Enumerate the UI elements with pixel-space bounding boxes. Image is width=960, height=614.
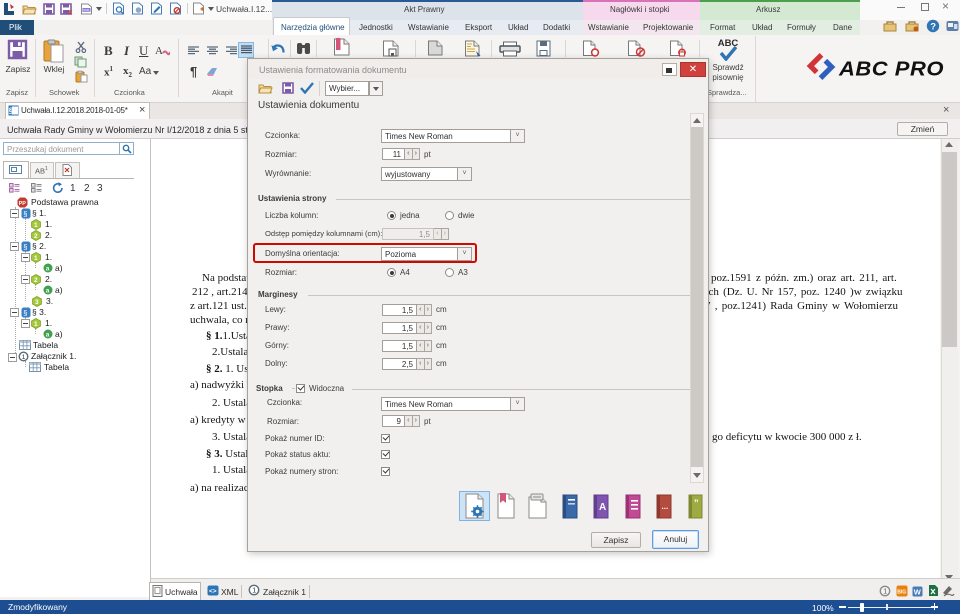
svg-text:XML: XML bbox=[83, 9, 90, 13]
svg-text:1: 1 bbox=[34, 255, 38, 262]
svg-text:a: a bbox=[46, 266, 50, 273]
svg-text:§: § bbox=[9, 107, 14, 116]
svg-text:2: 2 bbox=[34, 233, 38, 240]
svg-text:x: x bbox=[68, 8, 73, 16]
svg-text:PP: PP bbox=[19, 201, 27, 207]
svg-text:BIG: BIG bbox=[897, 589, 906, 595]
svg-text:§: § bbox=[23, 242, 27, 251]
svg-text:W: W bbox=[914, 587, 922, 596]
svg-text:<>: <> bbox=[209, 588, 217, 595]
svg-text:3: 3 bbox=[35, 299, 39, 306]
svg-text:1: 1 bbox=[34, 222, 38, 229]
svg-text:1: 1 bbox=[252, 588, 256, 595]
svg-text:1: 1 bbox=[22, 354, 26, 361]
svg-text:2: 2 bbox=[34, 277, 38, 284]
svg-text:§: § bbox=[23, 308, 27, 317]
svg-text:A: A bbox=[155, 45, 163, 57]
svg-text:a: a bbox=[46, 332, 50, 339]
svg-text:?: ? bbox=[930, 21, 936, 32]
svg-text:§: § bbox=[23, 209, 27, 218]
svg-text:”: ” bbox=[694, 498, 699, 508]
svg-text:A: A bbox=[599, 502, 606, 513]
svg-text:1: 1 bbox=[883, 589, 887, 596]
svg-text:1: 1 bbox=[34, 321, 38, 328]
svg-text:...: ... bbox=[662, 502, 669, 511]
svg-text:a: a bbox=[46, 288, 50, 295]
